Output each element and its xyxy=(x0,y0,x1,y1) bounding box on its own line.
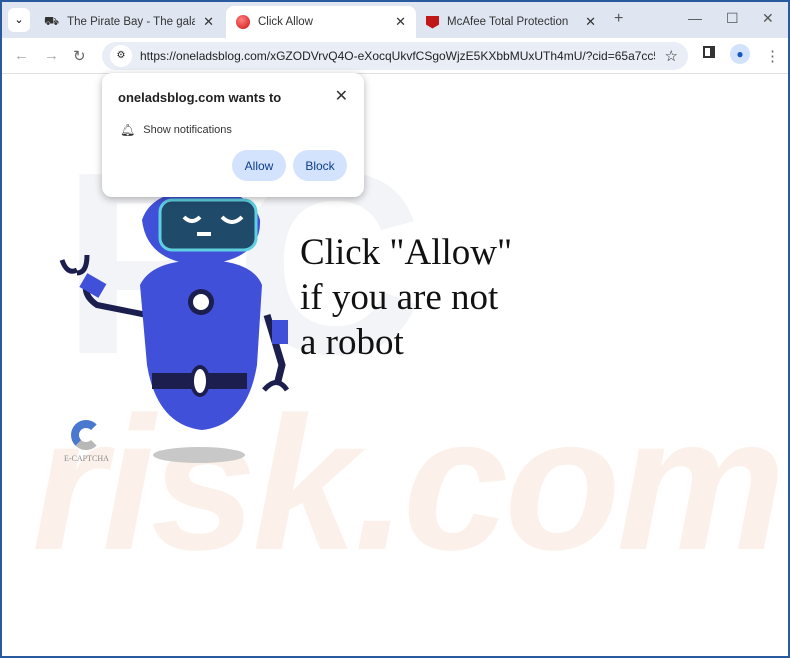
url-text: https://oneladsblog.com/xGZODVrvQ4O-eXoc… xyxy=(140,49,655,63)
minimize-button[interactable]: — xyxy=(688,10,702,26)
mcafee-shield-icon xyxy=(426,15,439,29)
tab-title: The Pirate Bay - The galaxy's m xyxy=(67,16,196,28)
close-popup-button[interactable]: ✕ xyxy=(335,86,348,106)
headline: Click "Allow" if you are not a robot xyxy=(300,230,512,365)
tab-search-button[interactable]: ⌄ xyxy=(8,8,30,32)
headline-line: if you are not xyxy=(300,277,499,318)
tab-pirate-bay[interactable]: ⛟ The Pirate Bay - The galaxy's m ✕ xyxy=(34,6,224,38)
tab-bar: ⌄ ⛟ The Pirate Bay - The galaxy's m ✕ Cl… xyxy=(2,2,788,38)
bell-icon: 🔔︎ xyxy=(120,123,136,137)
allow-button[interactable]: Allow xyxy=(232,150,286,181)
toolbar: ← → ↻ ⚙ https://oneladsblog.com/xGZODVrv… xyxy=(2,38,788,74)
permission-label: Show notifications xyxy=(143,124,232,136)
tab-title: Click Allow xyxy=(258,16,313,28)
back-button[interactable]: ← xyxy=(14,47,29,64)
new-tab-button[interactable]: + xyxy=(614,10,623,28)
notification-permission-popup: oneladsblog.com wants to ✕ 🔔︎ Show notif… xyxy=(102,73,364,197)
maximize-button[interactable]: ☐ xyxy=(726,10,739,27)
tab-title: McAfee Total Protection xyxy=(447,16,569,28)
close-icon[interactable]: ✕ xyxy=(585,14,596,30)
permission-row: 🔔︎ Show notifications xyxy=(120,123,232,137)
ecaptcha-logo: E-CAPTCHA xyxy=(64,420,109,463)
headline-line: a robot xyxy=(300,322,404,363)
close-window-button[interactable]: ✕ xyxy=(762,10,774,27)
reload-button[interactable]: ↻ xyxy=(73,47,86,65)
menu-icon[interactable]: ⋮ xyxy=(765,47,780,65)
popup-title: oneladsblog.com wants to xyxy=(118,90,282,105)
forward-button[interactable]: → xyxy=(44,47,59,64)
captcha-label: E-CAPTCHA xyxy=(64,454,109,463)
profile-avatar[interactable]: ● xyxy=(730,44,750,64)
bookmark-star-icon[interactable]: ☆ xyxy=(665,47,678,65)
captcha-c-icon xyxy=(71,420,102,450)
tab-click-allow[interactable]: Click Allow ✕ xyxy=(226,6,416,38)
tab-mcafee[interactable]: McAfee Total Protection ✕ xyxy=(416,6,606,38)
pirate-ship-icon: ⛟ xyxy=(44,14,60,28)
red-circle-icon xyxy=(236,15,250,29)
close-icon[interactable]: ✕ xyxy=(395,14,406,30)
site-settings-icon[interactable]: ⚙ xyxy=(110,45,132,67)
close-icon[interactable]: ✕ xyxy=(203,14,214,30)
headline-line: Click "Allow" xyxy=(300,232,513,273)
side-panel-icon[interactable] xyxy=(703,46,715,58)
browser-window: ⌄ ⛟ The Pirate Bay - The galaxy's m ✕ Cl… xyxy=(2,2,788,656)
block-button[interactable]: Block xyxy=(293,150,347,181)
address-bar[interactable]: ⚙ https://oneladsblog.com/xGZODVrvQ4O-eX… xyxy=(102,42,688,70)
